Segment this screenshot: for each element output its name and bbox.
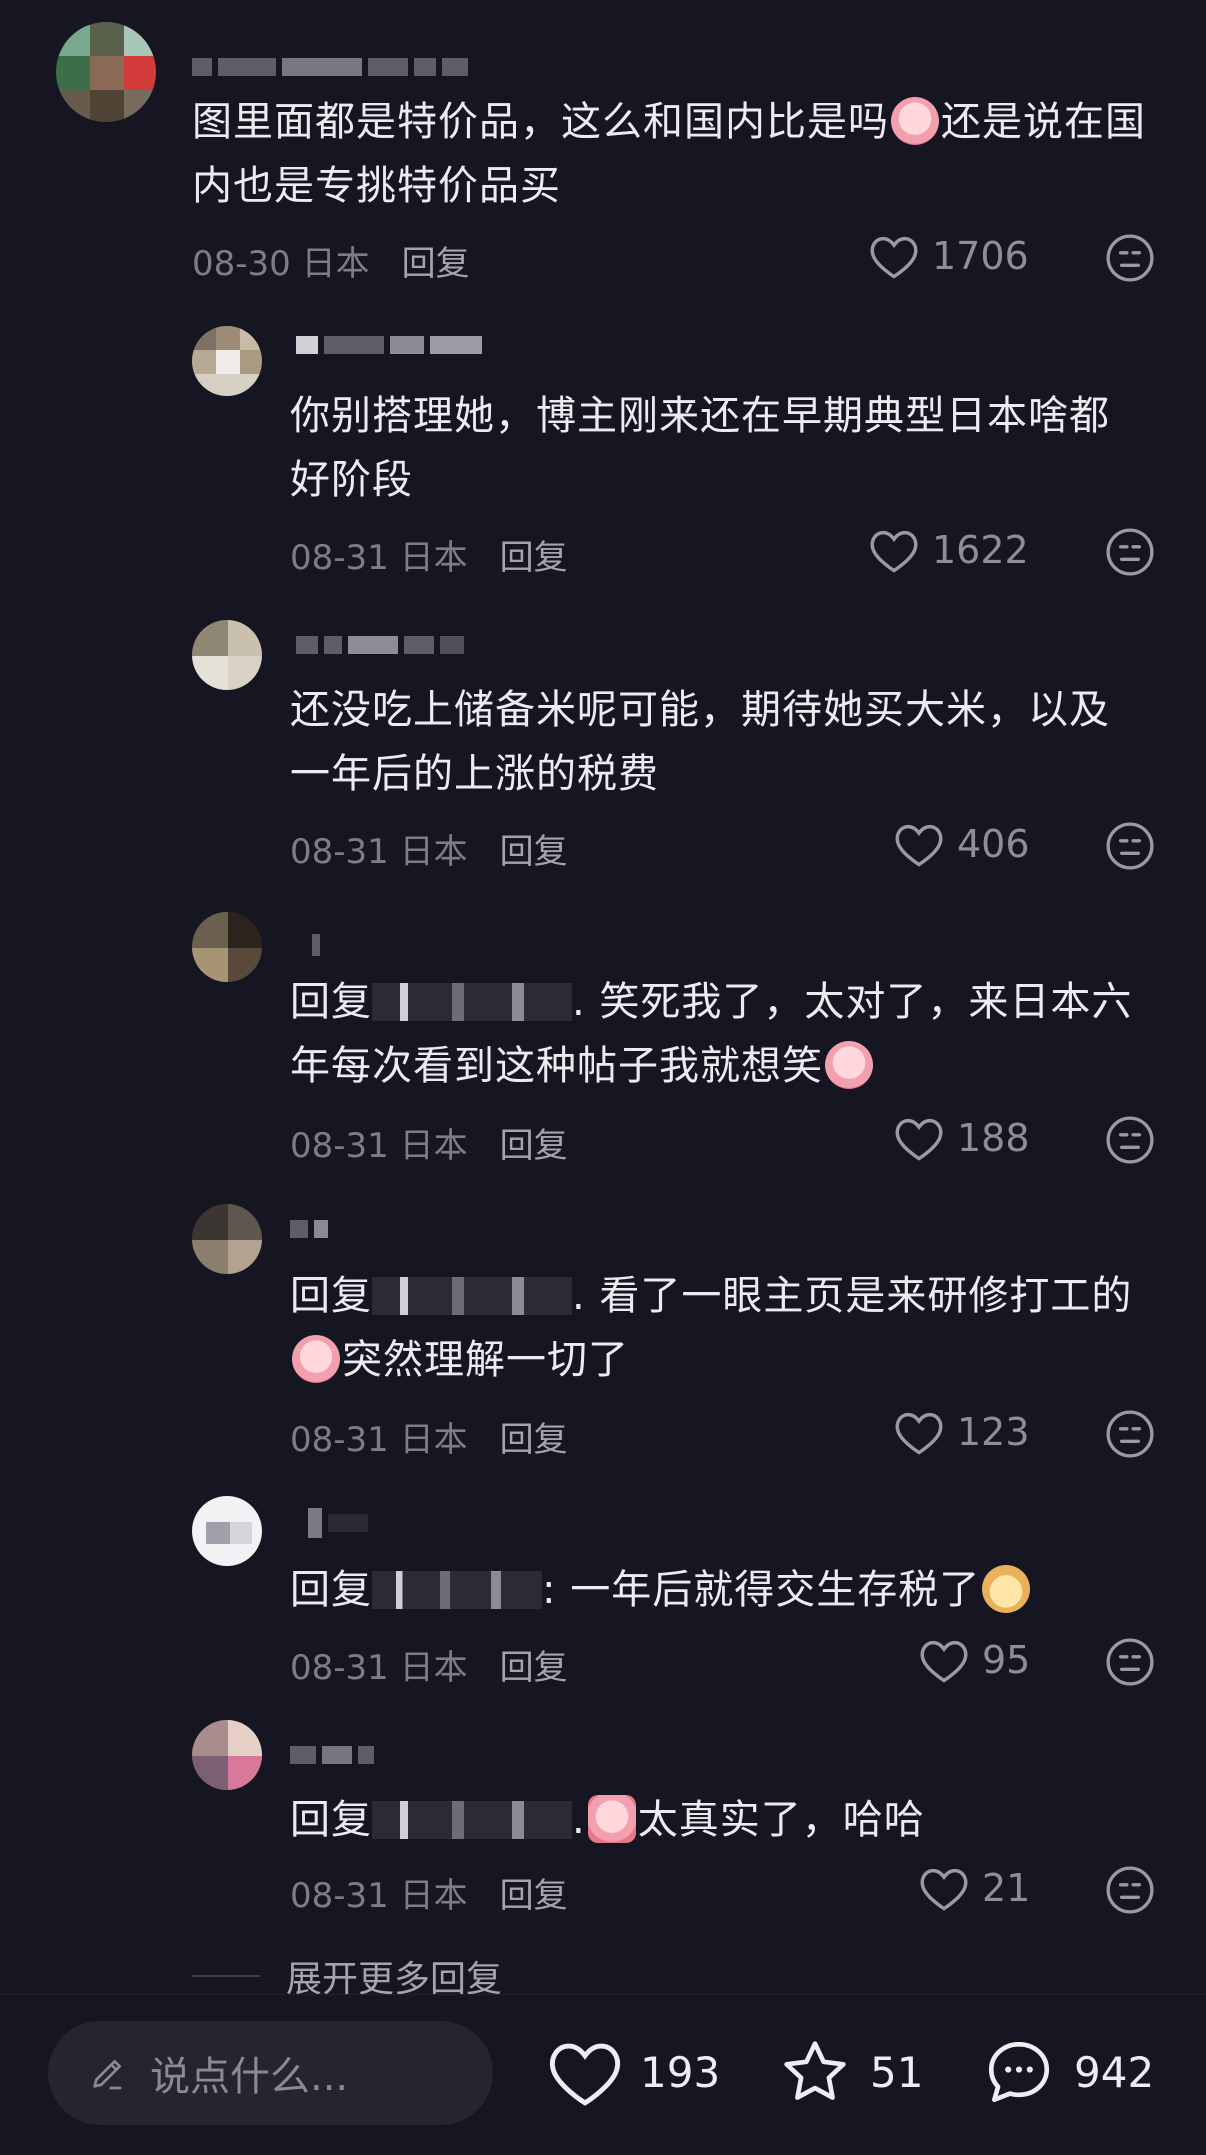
meh-face-icon[interactable] bbox=[1105, 821, 1155, 871]
comment-meta: 08-31 日本 回复 bbox=[290, 824, 568, 873]
like-button[interactable]: 406 bbox=[893, 820, 1030, 868]
like-button[interactable]: 1706 bbox=[868, 232, 1029, 280]
comment-meta: 08-31 日本 回复 bbox=[290, 1412, 568, 1461]
comment-count: 942 bbox=[1074, 2047, 1155, 2097]
like-button[interactable]: 21 bbox=[918, 1864, 1030, 1912]
reply-button[interactable]: 回复 bbox=[500, 530, 568, 579]
comment-text: 还没吃上储备米呢可能，期待她买大米，以及一年后的上涨的税费 bbox=[290, 687, 1110, 797]
reply-button[interactable]: 回复 bbox=[500, 1868, 568, 1917]
meh-face-icon[interactable] bbox=[1105, 1115, 1155, 1165]
reply-button[interactable]: 回复 bbox=[402, 236, 470, 285]
username-obscured[interactable] bbox=[290, 1744, 374, 1766]
crying-emoji-icon bbox=[891, 97, 939, 145]
heart-icon bbox=[870, 236, 918, 279]
chat-bubble-icon bbox=[988, 2041, 1050, 2103]
like-button[interactable]: 1622 bbox=[868, 526, 1029, 574]
comment-input[interactable]: 说点什么... bbox=[48, 2021, 493, 2125]
meh-face-icon[interactable] bbox=[1105, 1637, 1155, 1687]
username-obscured[interactable] bbox=[296, 334, 482, 356]
meh-face-icon[interactable] bbox=[1105, 1409, 1155, 1459]
like-button[interactable]: 188 bbox=[893, 1114, 1030, 1162]
avatar[interactable] bbox=[192, 912, 262, 982]
username-obscured[interactable] bbox=[312, 934, 320, 956]
like-button[interactable]: 95 bbox=[918, 1636, 1030, 1684]
favorite-count: 51 bbox=[870, 2047, 924, 2097]
like-button[interactable]: 123 bbox=[893, 1408, 1030, 1456]
comment-date: 08-30 日本 bbox=[192, 244, 370, 284]
like-count: 1706 bbox=[932, 234, 1029, 278]
input-placeholder: 说点什么... bbox=[150, 2054, 349, 2100]
username-obscured[interactable] bbox=[290, 1218, 328, 1240]
username-obscured[interactable] bbox=[296, 634, 464, 656]
shocked-emoji-icon bbox=[587, 1795, 636, 1843]
heart-icon bbox=[895, 824, 943, 867]
star-icon bbox=[784, 2041, 846, 2100]
mention-obscured[interactable] bbox=[372, 1571, 542, 1609]
comment-date: 08-31 日本 bbox=[290, 1648, 468, 1688]
reply-button[interactable]: 回复 bbox=[500, 1118, 568, 1167]
avatar[interactable] bbox=[56, 22, 156, 122]
reply-button[interactable]: 回复 bbox=[500, 1640, 568, 1689]
comment-meta: 08-31 日本 回复 bbox=[290, 1118, 568, 1167]
like-count: 1622 bbox=[932, 528, 1029, 572]
meh-face-icon[interactable] bbox=[1105, 233, 1155, 283]
comment-meta: 08-31 日本 回复 bbox=[290, 1868, 568, 1917]
comment-meta: 08-31 日本 回复 bbox=[290, 1640, 568, 1689]
reply-button[interactable]: 回复 bbox=[500, 824, 568, 873]
comment-date: 08-31 日本 bbox=[290, 1876, 468, 1916]
comment-text: 回复: 一年后就得交生存税了 bbox=[290, 1558, 1150, 1622]
heart-icon bbox=[549, 2043, 621, 2106]
like-count: 21 bbox=[982, 1866, 1031, 1910]
crying-laugh-emoji-icon bbox=[825, 1041, 873, 1089]
like-post-button[interactable]: 193 bbox=[546, 2035, 720, 2109]
pencil-icon bbox=[93, 2060, 122, 2090]
favorite-button[interactable]: 51 bbox=[776, 2035, 923, 2109]
comment-meta: 08-31 日本 回复 bbox=[290, 530, 568, 579]
like-count: 123 bbox=[957, 1410, 1030, 1454]
meh-face-icon[interactable] bbox=[1105, 1865, 1155, 1915]
comment-date: 08-31 日本 bbox=[290, 1420, 468, 1460]
heart-icon bbox=[870, 530, 918, 573]
avatar[interactable] bbox=[192, 326, 262, 396]
comments-button[interactable]: 942 bbox=[980, 2035, 1154, 2109]
mention-obscured[interactable] bbox=[372, 1277, 572, 1315]
heart-icon bbox=[895, 1412, 943, 1455]
avatar[interactable] bbox=[192, 620, 262, 690]
bottom-bar: 说点什么... 193 51 942 bbox=[0, 1994, 1206, 2155]
dog-emoji-icon bbox=[982, 1565, 1031, 1613]
comment-date: 08-31 日本 bbox=[290, 1126, 468, 1166]
avatar[interactable] bbox=[192, 1720, 262, 1790]
post-like-count: 193 bbox=[640, 2047, 721, 2097]
comment-text: 回复. 看了一眼主页是来研修打工的 突然理解一切了 bbox=[290, 1273, 1133, 1383]
comment-text: 图里面都是特价品，这么和国内比是吗 还是说在国内也是专挑特价品买 bbox=[192, 97, 1146, 209]
comment-date: 08-31 日本 bbox=[290, 538, 468, 578]
like-count: 95 bbox=[982, 1638, 1031, 1682]
heart-icon bbox=[920, 1868, 968, 1911]
divider bbox=[192, 1975, 260, 1977]
heart-icon bbox=[895, 1118, 943, 1161]
avatar[interactable] bbox=[192, 1496, 262, 1566]
crying-laugh-emoji-icon bbox=[292, 1335, 340, 1383]
username-obscured[interactable] bbox=[192, 56, 468, 78]
reply-button[interactable]: 回复 bbox=[500, 1412, 568, 1461]
comment-text: 回复. 太真实了，哈哈 bbox=[290, 1795, 925, 1843]
comment-text: 回复. 笑死我了，太对了，来日本六年每次看到这种帖子我就想笑 bbox=[290, 979, 1133, 1089]
heart-icon bbox=[920, 1640, 968, 1683]
mention-obscured[interactable] bbox=[372, 1801, 572, 1839]
avatar[interactable] bbox=[192, 1204, 262, 1274]
like-count: 188 bbox=[957, 1116, 1030, 1160]
comment-date: 08-31 日本 bbox=[290, 832, 468, 872]
mention-obscured[interactable] bbox=[372, 983, 572, 1021]
comment-meta: 08-30 日本 回复 bbox=[192, 236, 470, 285]
like-count: 406 bbox=[957, 822, 1030, 866]
comment-text: 你别搭理她，博主刚来还在早期典型日本啥都好阶段 bbox=[290, 393, 1110, 503]
username-obscured[interactable] bbox=[308, 1508, 368, 1538]
meh-face-icon[interactable] bbox=[1105, 527, 1155, 577]
